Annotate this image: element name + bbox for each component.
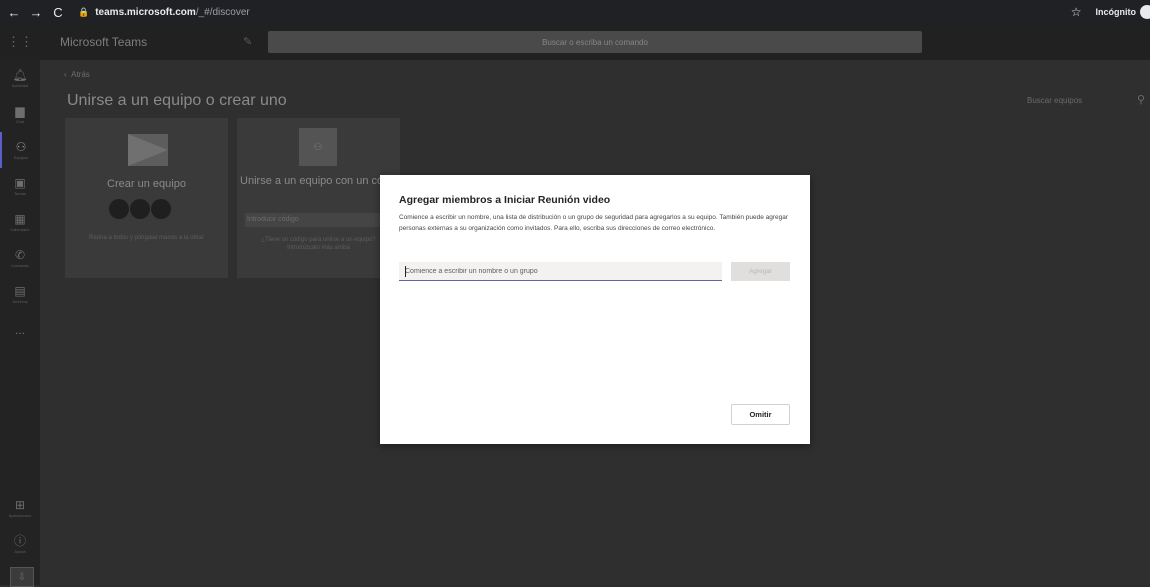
browser-toolbar: ← → C 🔒 teams.microsoft.com/_#/discover … bbox=[0, 0, 1150, 24]
team-search-input[interactable]: Buscar equipos bbox=[1027, 96, 1082, 105]
rail-item-label: Actividad bbox=[11, 82, 29, 88]
rail-item-label: Llamadas bbox=[11, 262, 29, 268]
join-team-description: ¿Tiene un código para unirse a un equipo… bbox=[261, 237, 376, 251]
join-team-icon: ⚇ bbox=[299, 128, 337, 166]
command-search-box[interactable]: Buscar o escriba un comando bbox=[268, 31, 922, 53]
skip-button[interactable]: Omitir bbox=[731, 404, 790, 425]
teams-header: ⋮⋮ Microsoft Teams ✎ Buscar o escriba un… bbox=[0, 24, 1150, 60]
tasks-icon: ▣ bbox=[14, 175, 26, 190]
lock-icon: 🔒 bbox=[78, 6, 90, 17]
rail-item-label: Aplicaciones bbox=[8, 512, 32, 518]
dialog-description: Comience a escribir un nombre, una lista… bbox=[399, 214, 789, 232]
incognito-label: Incógnito bbox=[1095, 7, 1137, 17]
apps-icon: ⊞ bbox=[14, 497, 26, 512]
download-app-icon[interactable]: ⇩ bbox=[10, 567, 34, 587]
rail-item-files[interactable]: ▤ Archivos bbox=[0, 276, 40, 312]
add-button[interactable]: Agregar bbox=[731, 262, 790, 281]
url-host: teams.microsoft.com bbox=[95, 6, 196, 18]
reload-icon[interactable]: C bbox=[50, 5, 66, 20]
rail-item-label: Calendario bbox=[10, 226, 30, 232]
bell-icon: 🔔︎ bbox=[12, 67, 28, 82]
calendar-icon: ▦ bbox=[14, 211, 26, 226]
create-team-illustration bbox=[128, 134, 168, 166]
teams-icon: ⚇ bbox=[15, 139, 27, 154]
avatar-group bbox=[109, 199, 172, 219]
app-title: Microsoft Teams bbox=[60, 35, 148, 49]
rail-item-tasks[interactable]: ▣ Tareas bbox=[0, 168, 40, 204]
join-team-card: ⚇ Unirse a un equipo con un código Intro… bbox=[237, 118, 404, 278]
back-arrow-icon[interactable]: ← bbox=[6, 5, 22, 20]
bookmark-star-icon[interactable]: ☆ bbox=[1071, 5, 1082, 19]
help-icon: ⓘ bbox=[13, 533, 26, 548]
avatar bbox=[151, 199, 171, 219]
member-search-input[interactable] bbox=[399, 262, 722, 281]
rail-item-chat[interactable]: ▆ Chat bbox=[0, 96, 40, 132]
rail-item-label: Equipos bbox=[13, 154, 29, 160]
compose-icon[interactable]: ✎ bbox=[243, 35, 252, 48]
avatar bbox=[109, 199, 129, 219]
rail-item-help[interactable]: ⓘ Ayuda bbox=[0, 526, 40, 562]
avatar bbox=[130, 199, 150, 219]
rail-item-activity[interactable]: 🔔︎ Actividad bbox=[0, 60, 40, 96]
add-members-dialog: Agregar miembros a Iniciar Reunión video… bbox=[380, 175, 810, 444]
rail-item-label: Tareas bbox=[13, 190, 26, 196]
text-caret bbox=[405, 266, 406, 277]
app-launcher-icon[interactable]: ⋮⋮ bbox=[0, 24, 40, 60]
chat-icon: ▆ bbox=[15, 103, 25, 118]
forward-arrow-icon[interactable]: → bbox=[28, 5, 44, 20]
create-team-title: Crear un equipo bbox=[107, 178, 186, 190]
page-title: Unirse a un equipo o crear uno bbox=[67, 92, 287, 109]
address-bar[interactable]: teams.microsoft.com/_#/discover bbox=[95, 7, 250, 18]
rail-item-teams[interactable]: ⚇ Equipos bbox=[0, 132, 40, 168]
rail-item-calls[interactable]: ✆ Llamadas bbox=[0, 240, 40, 276]
create-team-description: Reúna a todos y póngase manos a la obra! bbox=[89, 235, 204, 241]
incognito-avatar-icon[interactable] bbox=[1140, 5, 1150, 19]
rail-item-label: Ayuda bbox=[14, 548, 26, 554]
command-search-placeholder: Buscar o escriba un comando bbox=[542, 37, 648, 47]
rail-item-label: Archivos bbox=[12, 298, 28, 304]
phone-icon: ✆ bbox=[14, 247, 26, 262]
create-team-card[interactable]: Crear un equipo Reúna a todos y póngase … bbox=[65, 118, 228, 278]
back-link[interactable]: ‹ Atrás bbox=[64, 70, 90, 79]
url-path: /_#/discover bbox=[195, 6, 250, 18]
rail-item-apps[interactable]: ⊞ Aplicaciones bbox=[0, 490, 40, 526]
rail-item-calendar[interactable]: ▦ Calendario bbox=[0, 204, 40, 240]
search-icon[interactable]: ⚲ bbox=[1137, 93, 1145, 106]
app-rail: 🔔︎ Actividad ▆ Chat ⚇ Equipos ▣ Tareas ▦… bbox=[0, 60, 40, 587]
back-label: Atrás bbox=[71, 70, 90, 79]
rail-item-label: Chat bbox=[15, 118, 25, 124]
team-code-input[interactable]: Introducir código bbox=[245, 213, 397, 227]
dialog-title: Agregar miembros a Iniciar Reunión video bbox=[399, 194, 611, 206]
rail-item-more[interactable]: ... bbox=[0, 312, 40, 348]
more-icon: ... bbox=[14, 323, 25, 337]
files-icon: ▤ bbox=[14, 283, 26, 298]
